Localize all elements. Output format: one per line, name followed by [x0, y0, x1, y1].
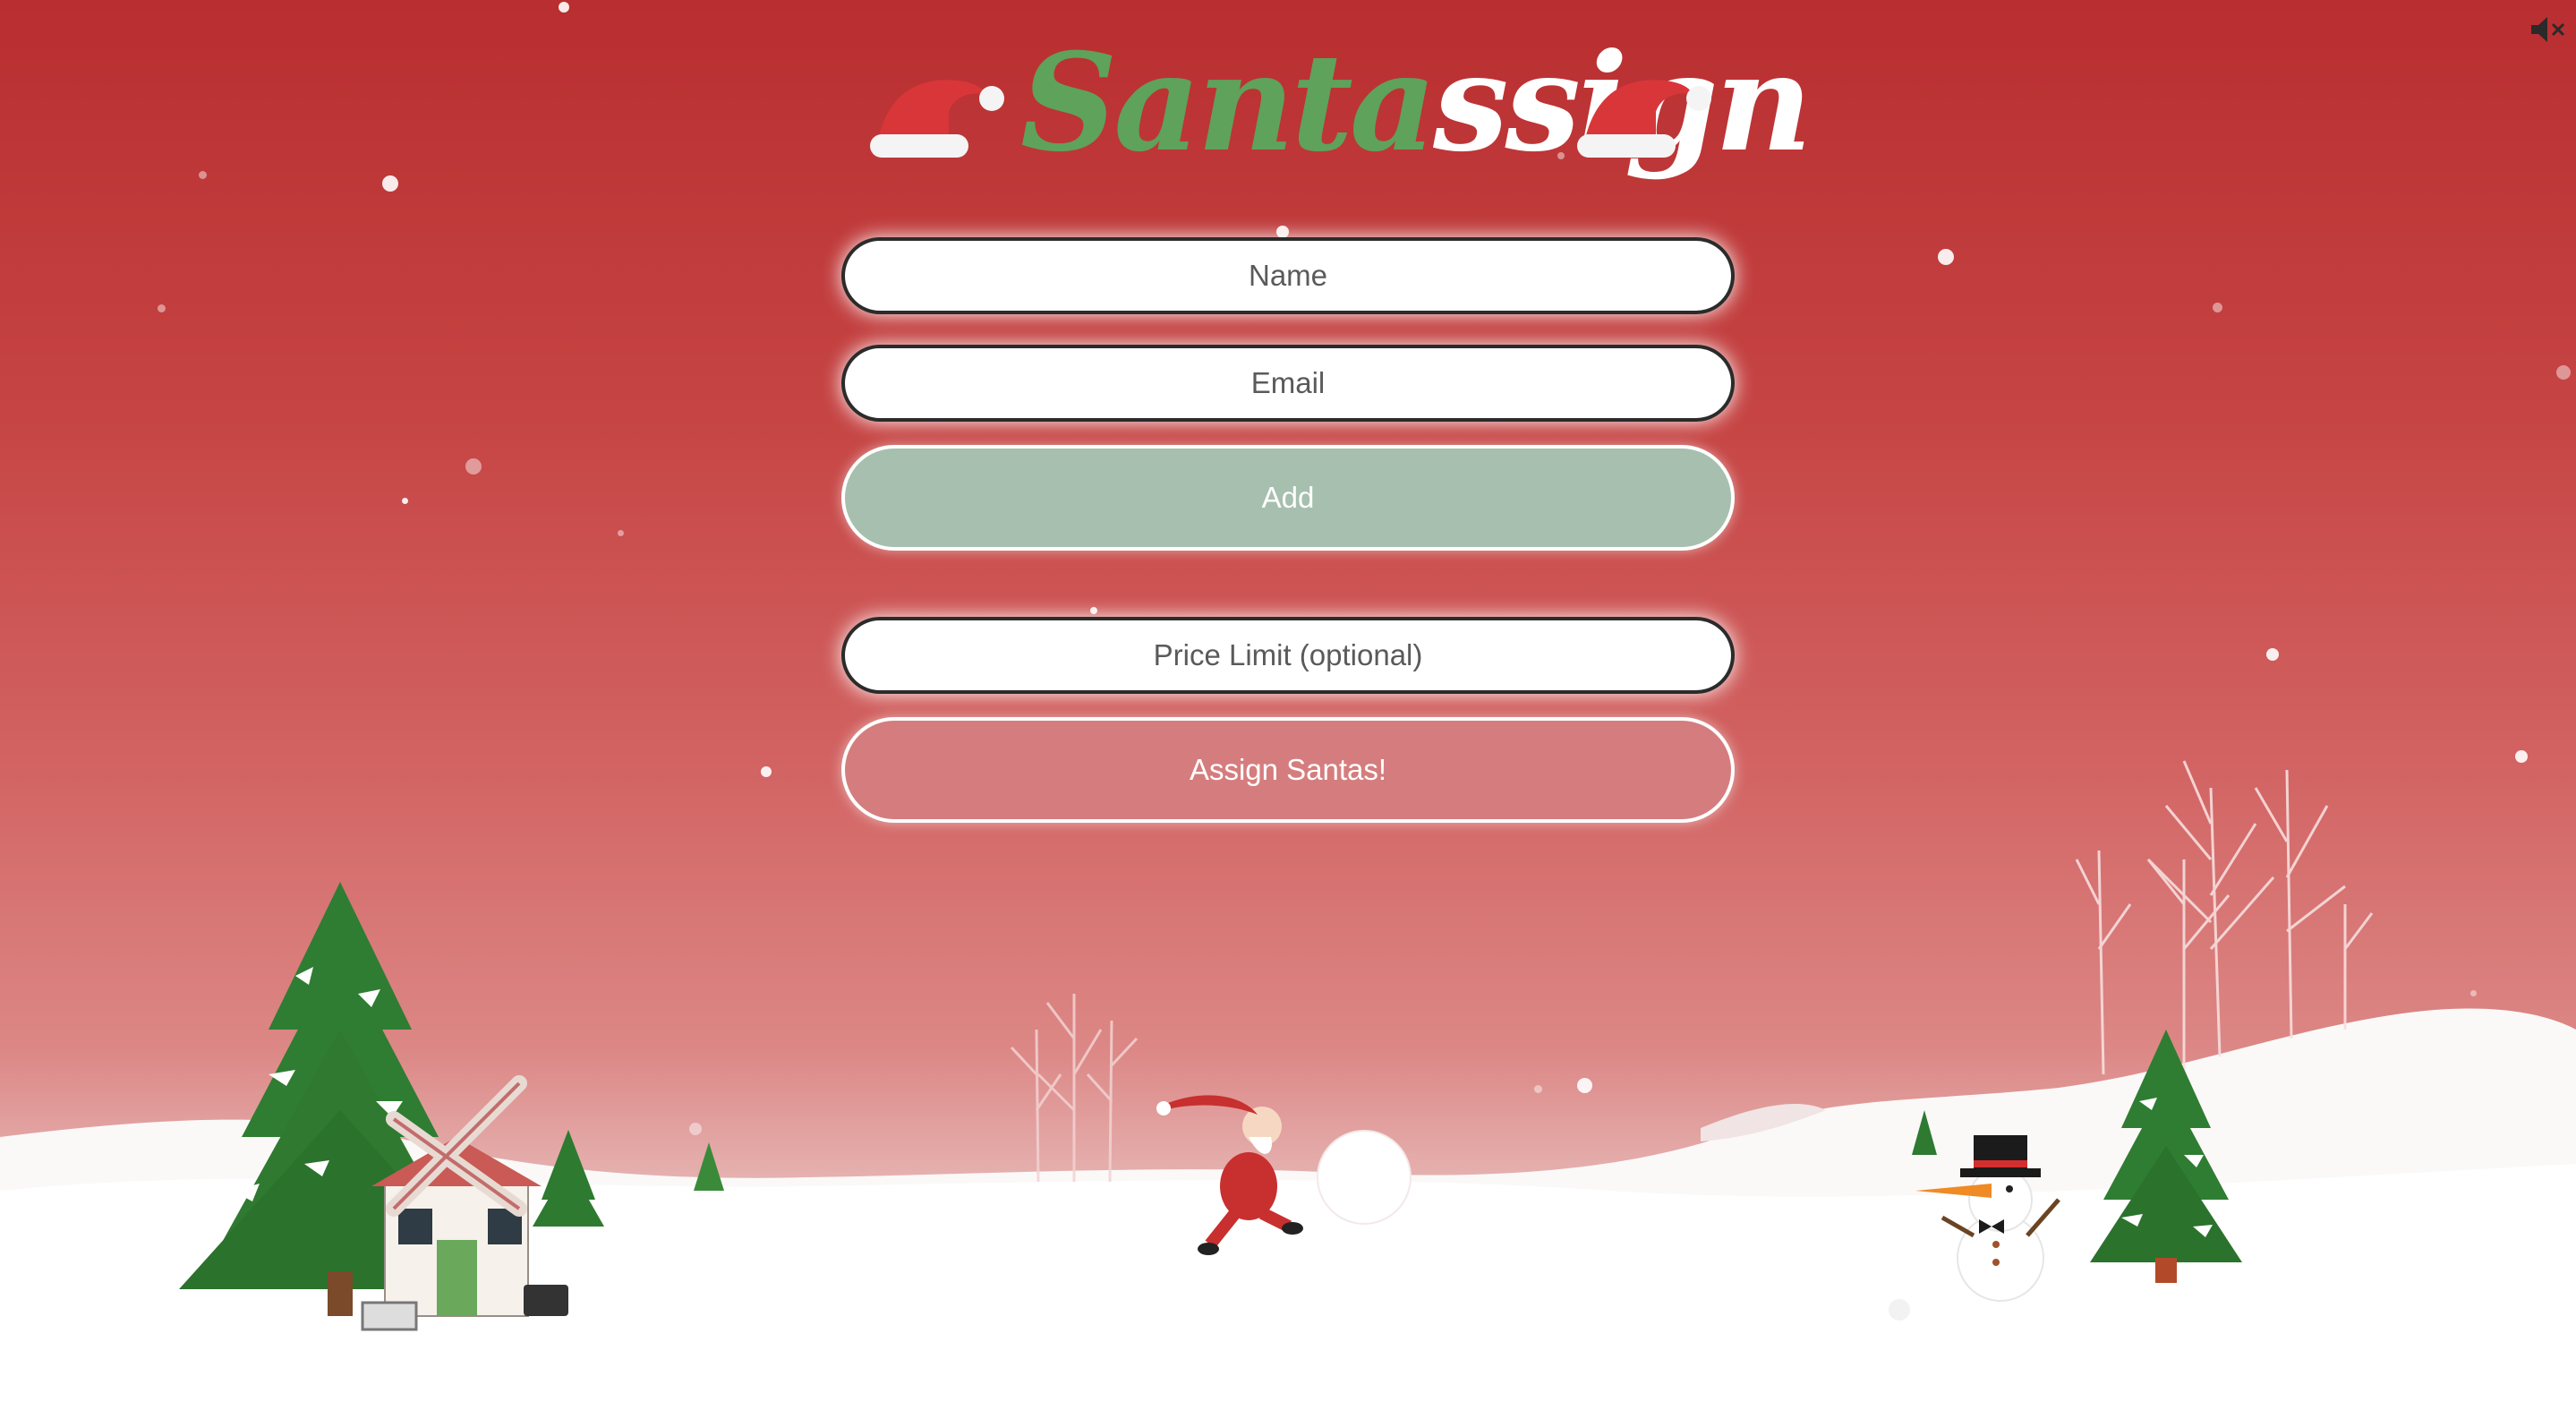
- price-limit-input[interactable]: [841, 617, 1735, 694]
- assign-santas-button[interactable]: Assign Santas!: [841, 717, 1735, 823]
- logo-part-green: Santa: [1020, 24, 1437, 182]
- speaker-muted-icon[interactable]: [2529, 14, 2565, 45]
- name-input[interactable]: [841, 237, 1735, 314]
- add-button[interactable]: Add: [841, 445, 1735, 551]
- app-logo: Santassign: [859, 18, 1813, 197]
- background-scene: [0, 0, 2576, 1402]
- winter-landscape: [0, 760, 2576, 1402]
- email-input[interactable]: [841, 345, 1735, 422]
- logo-text: Santassign: [1020, 18, 1813, 188]
- santa-hat-icon: [870, 80, 1004, 158]
- santa-hat-icon: [1577, 80, 1711, 158]
